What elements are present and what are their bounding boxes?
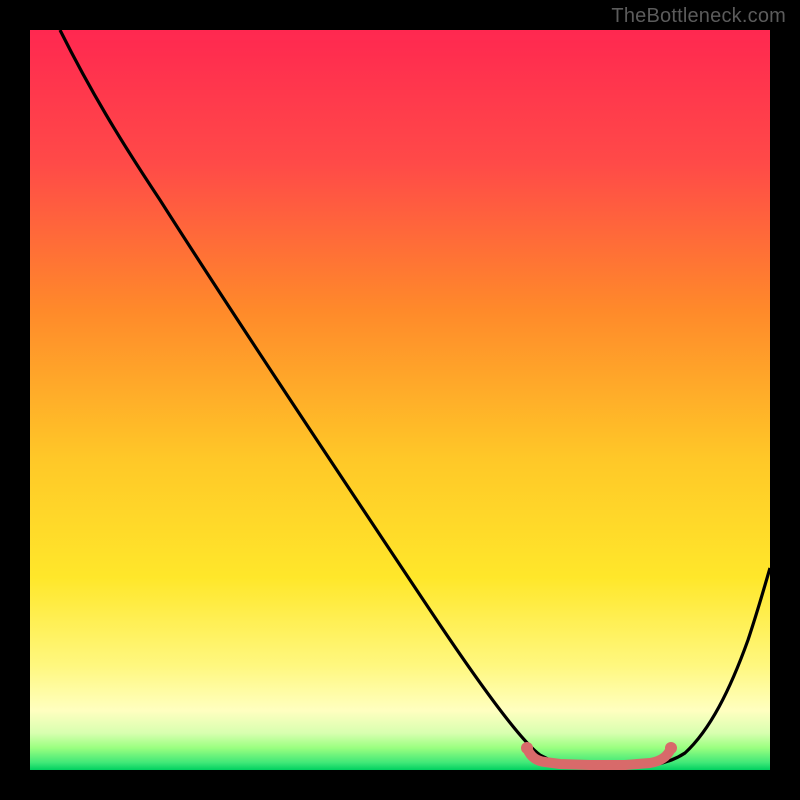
chart-frame: TheBottleneck.com — [0, 0, 800, 800]
marker-dot-right — [665, 742, 677, 754]
optimal-region-marker — [527, 748, 671, 765]
bottleneck-curve — [60, 30, 770, 767]
watermark-text: TheBottleneck.com — [611, 5, 786, 28]
marker-dot-left — [521, 742, 533, 754]
plot-area — [30, 30, 770, 770]
curve-layer — [30, 30, 770, 770]
